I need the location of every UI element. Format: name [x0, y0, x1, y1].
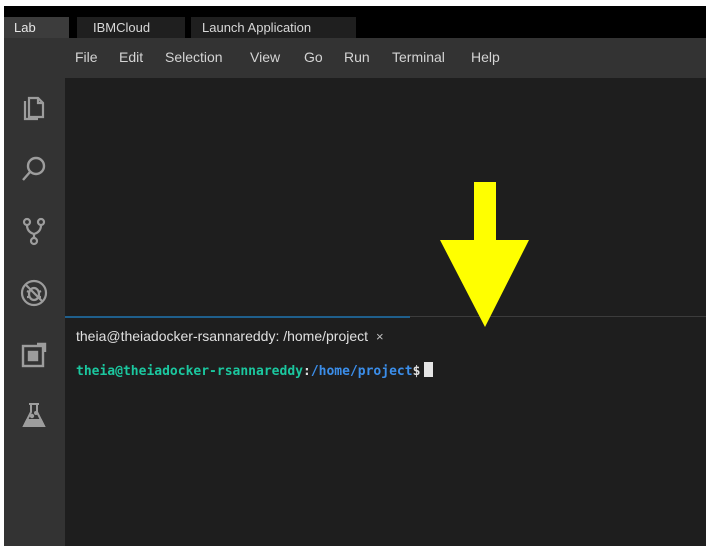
terminal-prompt-line[interactable]: theia@theiadocker-rsannareddy:/home/proj… [76, 362, 434, 379]
menu-view[interactable]: View [250, 49, 280, 65]
prompt-path: /home/project [310, 364, 413, 379]
menu-run[interactable]: Run [344, 49, 370, 65]
tab-lab[interactable]: Lab [4, 17, 69, 38]
annotation-arrow-icon [437, 182, 533, 335]
browser-tab-bar: Lab IBMCloud Launch Application [4, 6, 706, 38]
prompt-dollar: $ [412, 364, 421, 379]
menu-bar: File Edit Selection View Go Run Terminal… [4, 38, 706, 78]
lab-flask-icon[interactable] [19, 400, 49, 430]
prompt-user: theia@theiadocker-rsannareddy [76, 364, 303, 379]
extensions-icon[interactable] [19, 340, 49, 370]
prompt-colon: : [302, 364, 311, 379]
activity-bar [4, 78, 65, 546]
tab-ibmcloud[interactable]: IBMCloud [77, 17, 185, 38]
menu-go[interactable]: Go [304, 49, 323, 65]
debug-icon[interactable] [19, 278, 49, 308]
search-icon[interactable] [19, 154, 49, 184]
source-control-icon[interactable] [19, 216, 49, 246]
close-icon[interactable]: × [376, 329, 384, 344]
explorer-icon[interactable] [19, 92, 49, 122]
terminal-cursor [424, 362, 434, 377]
menu-selection[interactable]: Selection [165, 49, 223, 65]
menu-terminal[interactable]: Terminal [392, 49, 445, 65]
menu-help[interactable]: Help [471, 49, 500, 65]
ide-window: Lab IBMCloud Launch Application File Edi… [4, 6, 706, 546]
menu-edit[interactable]: Edit [119, 49, 143, 65]
tab-launch-application[interactable]: Launch Application [191, 17, 356, 38]
panel-active-indicator [65, 316, 410, 318]
terminal-tab[interactable]: theia@theiadocker-rsannareddy: /home/pro… [76, 328, 384, 344]
terminal-tab-title: theia@theiadocker-rsannareddy: /home/pro… [76, 328, 369, 344]
menu-file[interactable]: File [75, 49, 98, 65]
